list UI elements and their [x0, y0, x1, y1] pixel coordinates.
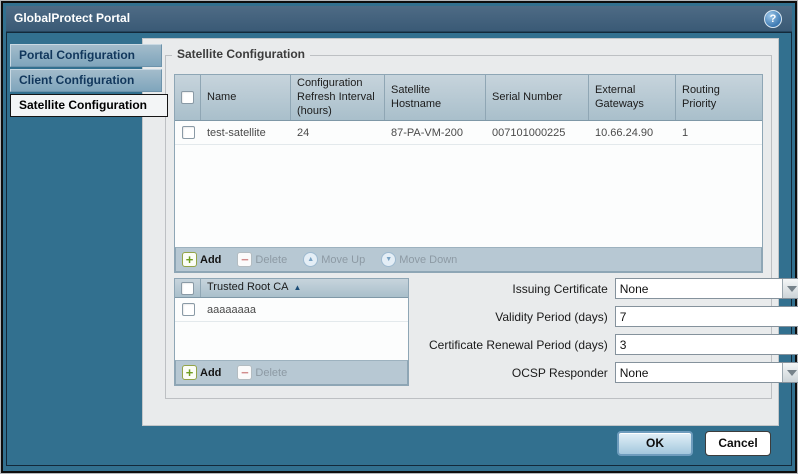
chevron-down-icon[interactable]: [782, 363, 798, 382]
trusted-root-ca-toolbar: + Add − Delete: [175, 360, 408, 385]
issuing-certificate-row: Issuing Certificate None: [429, 278, 798, 299]
issuing-certificate-label: Issuing Certificate: [429, 282, 615, 296]
add-icon: +: [182, 365, 197, 380]
move-up-icon: ▲: [303, 252, 318, 267]
select-all-checkbox[interactable]: [181, 91, 194, 104]
row-checkbox[interactable]: [182, 126, 195, 139]
ca-delete-button-label: Delete: [255, 367, 287, 379]
move-up-button-label: Move Up: [321, 254, 365, 266]
validity-period-row: Validity Period (days): [429, 306, 798, 327]
validity-period-label: Validity Period (days): [429, 310, 615, 324]
add-button-label: Add: [200, 254, 221, 266]
ca-row-checkbox-cell: [175, 298, 201, 321]
help-icon[interactable]: ?: [764, 10, 782, 28]
tab-client-configuration[interactable]: Client Configuration: [10, 69, 162, 92]
certificate-renewal-period-row: Certificate Renewal Period (days): [429, 334, 798, 355]
ca-add-button[interactable]: + Add: [182, 365, 221, 380]
add-icon: +: [182, 252, 197, 267]
ocsp-responder-select[interactable]: None: [615, 362, 798, 383]
titlebar: GlobalProtect Portal ?: [6, 6, 792, 32]
ca-row-checkbox[interactable]: [182, 303, 195, 316]
row-checkbox-cell: [175, 121, 201, 144]
trusted-root-ca-table: Trusted Root CA ▲ aaaaaaaa: [174, 278, 409, 386]
table-row[interactable]: test-satellite 24 87-PA-VM-200 007101000…: [175, 121, 762, 145]
satellite-table-toolbar: + Add − Delete ▲ Move Up: [175, 247, 762, 272]
ca-add-button-label: Add: [200, 367, 221, 379]
tab-satellite-configuration[interactable]: Satellite Configuration: [10, 94, 168, 117]
satellite-configuration-panel: Satellite Configuration Name Configurati…: [142, 38, 779, 426]
column-header-routing-priority[interactable]: Routing Priority: [676, 75, 762, 120]
trusted-root-ca-body: aaaaaaaa: [175, 298, 408, 360]
delete-satellite-button[interactable]: − Delete: [237, 252, 287, 267]
column-header-trusted-root-ca[interactable]: Trusted Root CA ▲: [201, 279, 408, 297]
certificate-renewal-period-label: Certificate Renewal Period (days): [429, 338, 615, 352]
cell-refresh-interval: 24: [291, 121, 385, 144]
move-down-button-label: Move Down: [399, 254, 457, 266]
dialog-frame: GlobalProtect Portal ? Portal Configurat…: [0, 0, 798, 474]
footer-buttons: OK Cancel: [617, 431, 771, 456]
cell-external-gateways: 10.66.24.90: [589, 121, 676, 144]
cell-satellite-hostname: 87-PA-VM-200: [385, 121, 486, 144]
dialog-title: GlobalProtect Portal: [14, 11, 130, 25]
left-tab-strip: Portal Configuration Client Configuratio…: [10, 44, 170, 119]
sort-asc-icon: ▲: [294, 283, 302, 293]
certificate-form: Issuing Certificate None Validity Period…: [409, 278, 798, 390]
header-checkbox-cell: [175, 75, 201, 120]
ok-button[interactable]: OK: [617, 431, 693, 456]
column-header-external-gateways[interactable]: External Gateways: [589, 75, 676, 120]
certificate-renewal-period-field[interactable]: [615, 334, 798, 355]
satellite-table: Name Configuration Refresh Interval (hou…: [174, 74, 763, 273]
move-up-button[interactable]: ▲ Move Up: [303, 252, 365, 267]
fieldset-legend: Satellite Configuration: [172, 47, 310, 61]
move-down-icon: ▼: [381, 252, 396, 267]
ocsp-responder-label: OCSP Responder: [429, 366, 615, 380]
column-header-refresh-interval[interactable]: Configuration Refresh Interval (hours): [291, 75, 385, 120]
bottom-section: Trusted Root CA ▲ aaaaaaaa: [174, 278, 763, 390]
chevron-down-icon[interactable]: [782, 279, 798, 298]
cell-name: test-satellite: [201, 121, 291, 144]
cell-serial-number: 007101000225: [486, 121, 589, 144]
cancel-button[interactable]: Cancel: [705, 431, 771, 456]
ca-delete-button[interactable]: − Delete: [237, 365, 287, 380]
dialog-body: Portal Configuration Client Configuratio…: [6, 32, 792, 466]
trusted-root-ca-header-label: Trusted Root CA: [207, 281, 289, 295]
trusted-root-ca-header: Trusted Root CA ▲: [175, 279, 408, 298]
cell-routing-priority: 1: [676, 121, 762, 144]
validity-period-field[interactable]: [615, 306, 798, 327]
satellite-table-body: test-satellite 24 87-PA-VM-200 007101000…: [175, 121, 762, 247]
ocsp-responder-row: OCSP Responder None: [429, 362, 798, 383]
tab-portal-configuration[interactable]: Portal Configuration: [10, 44, 162, 67]
column-header-serial-number[interactable]: Serial Number: [486, 75, 589, 120]
move-down-button[interactable]: ▼ Move Down: [381, 252, 457, 267]
issuing-certificate-value: None: [616, 282, 782, 296]
satellite-configuration-fieldset: Satellite Configuration Name Configurati…: [165, 55, 772, 399]
column-header-name[interactable]: Name: [201, 75, 291, 120]
ca-select-all-checkbox[interactable]: [181, 282, 194, 295]
issuing-certificate-select[interactable]: None: [615, 278, 798, 299]
cell-trusted-root-ca: aaaaaaaa: [201, 298, 408, 321]
column-header-satellite-hostname[interactable]: Satellite Hostname: [385, 75, 486, 120]
add-satellite-button[interactable]: + Add: [182, 252, 221, 267]
ca-header-checkbox-cell: [175, 279, 201, 297]
delete-icon: −: [237, 365, 252, 380]
satellite-table-header: Name Configuration Refresh Interval (hou…: [175, 75, 762, 121]
delete-button-label: Delete: [255, 254, 287, 266]
list-item[interactable]: aaaaaaaa: [175, 298, 408, 322]
ocsp-responder-value: None: [616, 366, 782, 380]
globalprotect-portal-dialog: GlobalProtect Portal ? Portal Configurat…: [1, 1, 797, 473]
delete-icon: −: [237, 252, 252, 267]
